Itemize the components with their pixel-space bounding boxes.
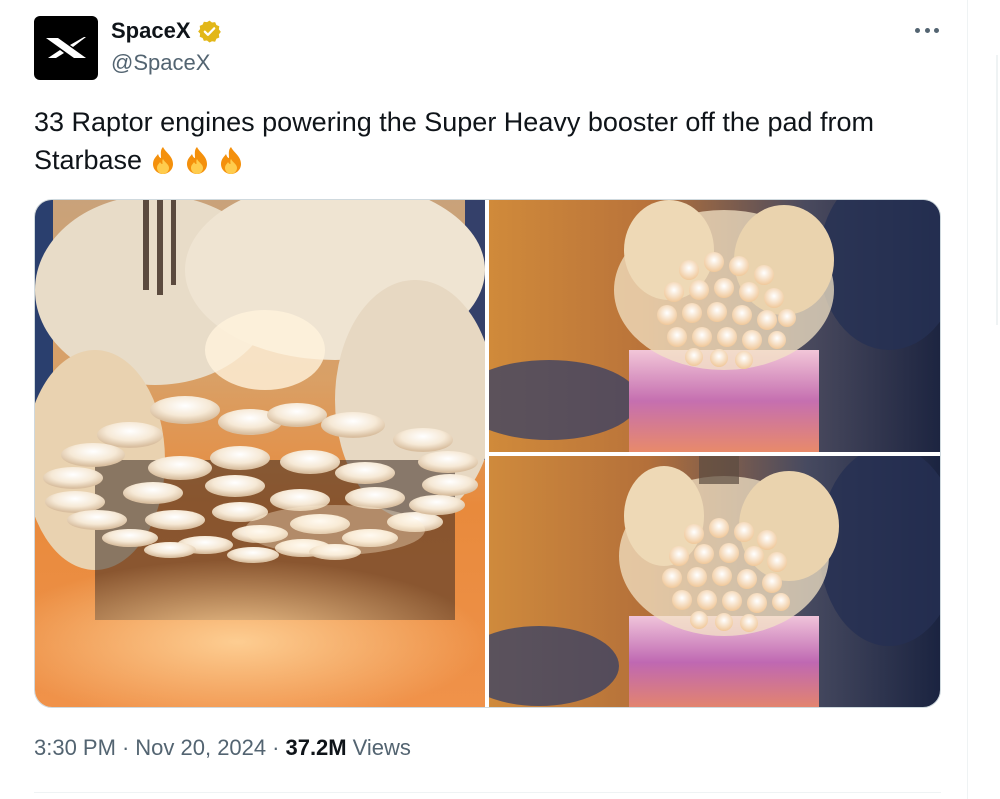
tweet-time[interactable]: 3:30 PM: [34, 735, 116, 761]
tweet-date[interactable]: Nov 20, 2024: [135, 735, 266, 761]
meta-separator: ·: [121, 735, 130, 760]
fire-emoji-icon: [221, 147, 242, 174]
views-count[interactable]: 37.2M: [285, 735, 346, 761]
tweet-text-line: Starbase: [34, 145, 143, 175]
dot: [915, 27, 920, 33]
scrollbar-track[interactable]: [996, 55, 998, 325]
author-name-row[interactable]: SpaceX: [111, 16, 222, 46]
views-label[interactable]: Views: [353, 735, 411, 761]
meta-separator: ·: [272, 735, 280, 760]
more-options-icon[interactable]: [912, 20, 942, 40]
spacex-x-logo-icon: [46, 37, 86, 58]
verified-badge-icon[interactable]: [197, 19, 222, 44]
dot: [934, 27, 939, 33]
tweet-text-line: 33 Raptor engines powering the Super Hea…: [34, 107, 875, 137]
tweet-meta: 3:30 PM · Nov 20, 2024 · 37.2M Views: [34, 735, 411, 761]
author-handle[interactable]: @SpaceX: [111, 50, 210, 76]
tweet-text: 33 Raptor engines powering the Super Hea…: [34, 103, 934, 179]
tweet-card: SpaceX @SpaceX 33 Raptor engines powerin…: [0, 0, 968, 799]
media-grid: [34, 199, 941, 708]
booster-liftoff-photo-2[interactable]: [489, 456, 940, 707]
booster-liftoff-photo-1[interactable]: [489, 200, 940, 452]
divider: [34, 792, 941, 793]
fire-emoji-icon: [187, 147, 208, 174]
author-name[interactable]: SpaceX: [111, 18, 191, 44]
booster-engines-closeup-photo[interactable]: [35, 200, 485, 707]
avatar[interactable]: [34, 16, 98, 80]
right-column-edge: [968, 0, 1000, 799]
fire-emoji-icon: [153, 147, 174, 174]
dot: [924, 27, 930, 33]
